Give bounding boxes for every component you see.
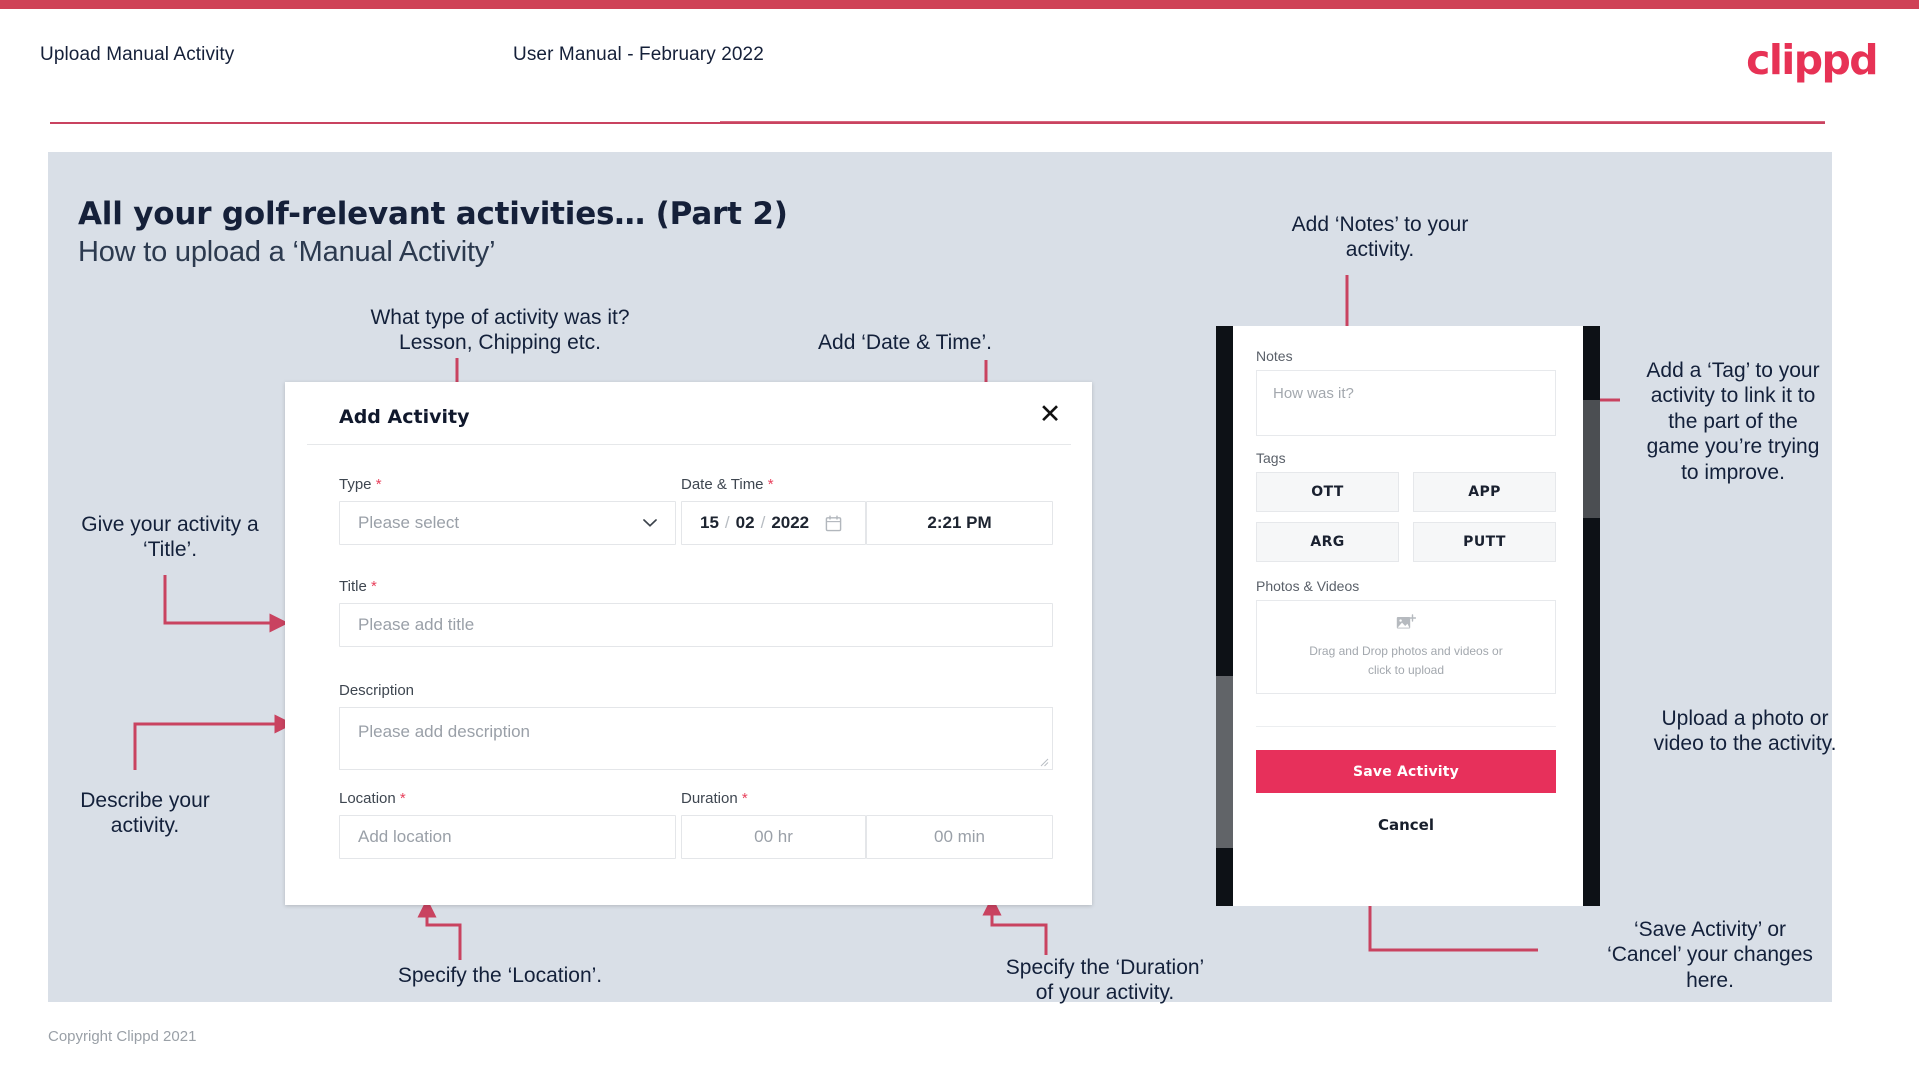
tag-button-ott[interactable]: OTT	[1256, 472, 1399, 512]
annotation-duration: Specify the ‘Duration’ of your activity.	[1005, 956, 1205, 1005]
header-subtitle: User Manual - February 2022	[513, 44, 764, 65]
annotation-upload: Upload a photo or video to the activity.	[1653, 707, 1837, 756]
date-sep-2: /	[760, 513, 766, 532]
header-divider	[50, 122, 1825, 124]
title-label-text: Title	[339, 578, 367, 595]
modal-header: Add Activity ✕	[285, 382, 1092, 445]
slide-title: All your golf-relevant activities… (Part…	[78, 196, 788, 232]
date-year: 2022	[771, 513, 810, 532]
location-label: Location *	[339, 790, 406, 807]
dropzone-text-line1: Drag and Drop photos and videos or	[1309, 644, 1503, 659]
cancel-button[interactable]: Cancel	[1256, 816, 1556, 834]
header-divider-thin	[720, 121, 1825, 122]
calendar-icon[interactable]	[825, 515, 842, 532]
location-label-text: Location	[339, 790, 396, 807]
title-required-mark: *	[370, 578, 377, 595]
phone-divider	[1256, 726, 1556, 727]
annotation-title: Give your activity a ‘Title’.	[81, 513, 259, 562]
slide-page: Upload Manual Activity User Manual - Feb…	[0, 0, 1919, 1079]
tag-button-putt[interactable]: PUTT	[1413, 522, 1556, 562]
date-day: 15	[700, 513, 719, 532]
phone-power-button	[1583, 400, 1600, 518]
notes-placeholder: How was it?	[1273, 385, 1354, 402]
annotation-type: What type of activity was it? Lesson, Chi…	[370, 306, 630, 355]
duration-hours-input[interactable]: 00 hr	[681, 815, 866, 859]
save-activity-button[interactable]: Save Activity	[1256, 750, 1556, 793]
tag-button-arg[interactable]: ARG	[1256, 522, 1399, 562]
photo-upload-dropzone[interactable]: Drag and Drop photos and videos or click…	[1256, 600, 1556, 694]
chevron-down-icon	[643, 519, 657, 527]
time-input[interactable]: 2:21 PM	[866, 501, 1053, 545]
description-label-text: Description	[339, 682, 415, 699]
location-input[interactable]: Add location	[339, 815, 676, 859]
tag-button-app[interactable]: APP	[1413, 472, 1556, 512]
modal-divider	[307, 444, 1071, 445]
resize-grip-icon[interactable]	[1040, 758, 1049, 767]
duration-minutes-input[interactable]: 00 min	[866, 815, 1053, 859]
datetime-label: Date & Time *	[681, 476, 774, 493]
close-icon[interactable]: ✕	[1035, 399, 1065, 429]
notes-textarea[interactable]: How was it?	[1256, 370, 1556, 436]
slide-subtitle: How to upload a ‘Manual Activity’	[78, 236, 496, 268]
top-accent-bar	[0, 0, 1919, 9]
dropzone-text-line2: click to upload	[1367, 663, 1445, 677]
modal-title: Add Activity	[339, 406, 470, 428]
type-placeholder: Please select	[358, 513, 460, 532]
page-title: Upload Manual Activity	[40, 44, 235, 65]
clippd-logo: clippd	[1746, 36, 1878, 84]
dropzone-text: Drag and Drop photos and videos or click…	[1309, 642, 1502, 679]
notes-label: Notes	[1256, 348, 1293, 364]
type-select[interactable]: Please select	[339, 501, 676, 545]
title-input[interactable]: Please add title	[339, 603, 1053, 647]
duration-label: Duration *	[681, 790, 748, 807]
phone-mockup: Notes How was it? Tags OTT APP ARG PUTT …	[1216, 326, 1600, 906]
time-value: 2:21 PM	[927, 513, 992, 532]
annotation-notes: Add ‘Notes’ to your activity.	[1291, 213, 1469, 262]
tags-label: Tags	[1256, 450, 1286, 466]
date-month: 02	[735, 513, 755, 532]
duration-hours-placeholder: 00 hr	[754, 827, 793, 846]
annotation-tag: Add a ‘Tag’ to your activity to link it t…	[1646, 359, 1820, 484]
title-placeholder: Please add title	[358, 615, 475, 634]
location-placeholder: Add location	[358, 827, 452, 846]
title-label: Title *	[339, 578, 377, 595]
photos-label: Photos & Videos	[1256, 578, 1360, 594]
description-textarea[interactable]: Please add description	[339, 707, 1053, 770]
duration-minutes-placeholder: 00 min	[933, 827, 986, 846]
datetime-label-text: Date & Time	[681, 476, 764, 493]
footer-copyright: Copyright Clippd 2021	[48, 1028, 197, 1045]
add-activity-modal: Add Activity ✕ Type * Please select Date…	[285, 382, 1092, 905]
description-placeholder: Please add description	[358, 722, 531, 741]
duration-label-text: Duration	[681, 790, 738, 807]
date-input[interactable]: 15 / 02 / 2022	[681, 501, 866, 545]
annotation-location: Specify the ‘Location’.	[397, 964, 603, 987]
phone-volume-button	[1216, 676, 1233, 848]
datetime-required-mark: *	[767, 476, 774, 493]
add-image-icon	[1396, 614, 1416, 629]
date-sep-1: /	[724, 513, 730, 532]
phone-screen: Notes How was it? Tags OTT APP ARG PUTT …	[1233, 326, 1583, 906]
type-required-mark: *	[375, 476, 382, 493]
annotation-datetime: Add ‘Date & Time’.	[818, 331, 992, 354]
location-required-mark: *	[399, 790, 406, 807]
annotation-save: ‘Save Activity’ or ‘Cancel’ your changes h…	[1607, 918, 1813, 992]
duration-required-mark: *	[741, 790, 748, 807]
type-label-text: Type	[339, 476, 372, 493]
annotation-describe: Describe your activity.	[80, 789, 210, 838]
type-label: Type *	[339, 476, 382, 493]
description-label: Description	[339, 682, 414, 699]
